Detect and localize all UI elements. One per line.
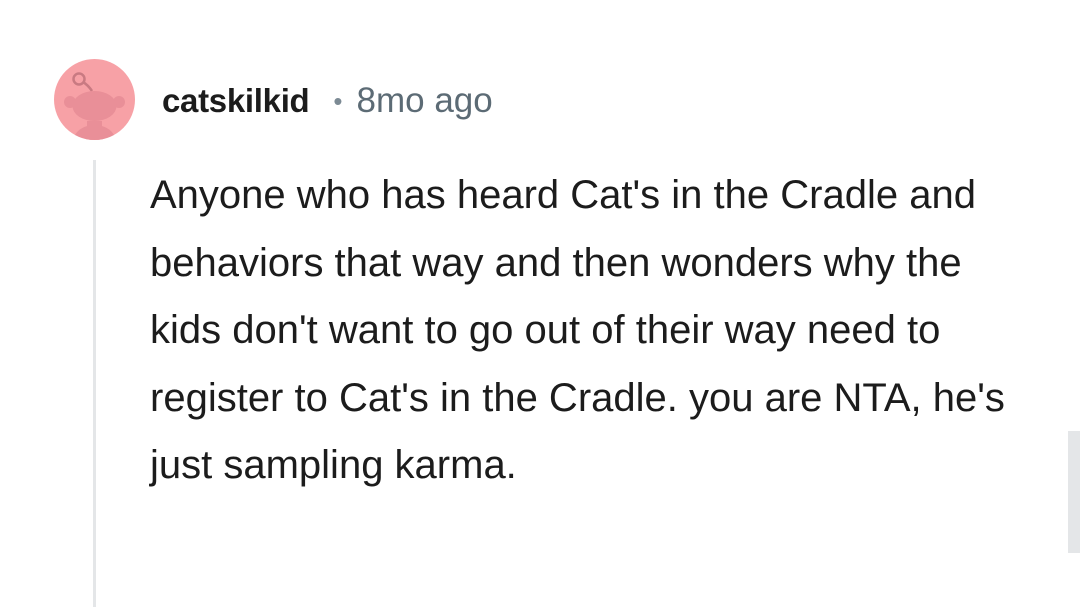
avatar[interactable]: [54, 59, 135, 140]
thread-collapse-line[interactable]: [93, 160, 96, 607]
comment: catskilkid • 8mo ago Anyone who has hear…: [0, 0, 1080, 607]
comment-body: Anyone who has heard Cat's in the Cradle…: [150, 173, 1005, 487]
timestamp[interactable]: 8mo ago: [357, 81, 493, 121]
separator-dot: •: [333, 86, 343, 116]
reddit-snoo-avatar-icon: [64, 72, 125, 140]
scrollbar[interactable]: [1068, 431, 1080, 553]
username[interactable]: catskilkid: [162, 82, 310, 120]
comment-header: catskilkid • 8mo ago: [162, 78, 493, 124]
